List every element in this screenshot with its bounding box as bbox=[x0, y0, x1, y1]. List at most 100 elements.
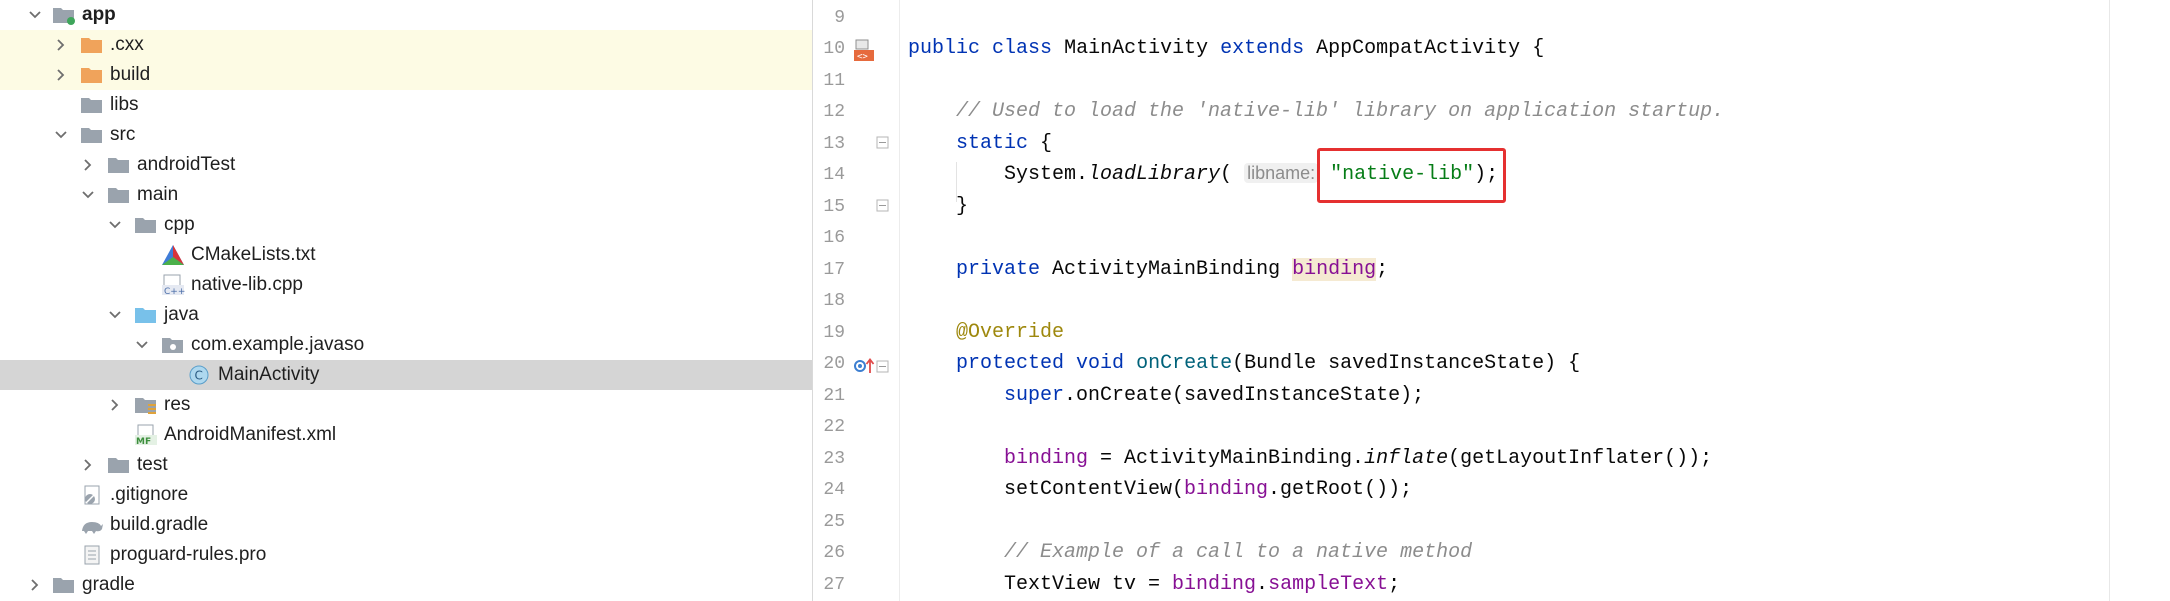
line-number: 15 bbox=[823, 197, 845, 217]
tree-item-label: AndroidManifest.xml bbox=[164, 424, 337, 445]
line-number: 22 bbox=[823, 417, 845, 437]
folder-icon bbox=[52, 574, 76, 596]
tree-item-label: cpp bbox=[164, 214, 195, 235]
code-line-10: public class MainActivity extends AppCom… bbox=[908, 37, 1545, 60]
file-icon bbox=[80, 544, 104, 566]
source-folder-icon bbox=[134, 304, 158, 326]
code-line-13: static { bbox=[956, 132, 1053, 155]
project-tree-panel: app .cxx build libs src androidTest main… bbox=[0, 0, 813, 601]
chevron-down-icon[interactable] bbox=[79, 186, 97, 204]
folder-icon bbox=[80, 94, 104, 116]
tree-item-gitignore[interactable]: .gitignore bbox=[0, 480, 812, 510]
fold-icon[interactable] bbox=[876, 360, 890, 379]
code-line-27: TextView tv = binding.sampleText; bbox=[1004, 573, 1401, 596]
tree-item-label: .gitignore bbox=[110, 484, 189, 505]
code-line-17: private ActivityMainBinding binding; bbox=[956, 258, 1389, 281]
code-annotation-line-19: @Override bbox=[956, 321, 1065, 344]
manifest-icon: MF bbox=[134, 424, 158, 446]
chevron-right-icon[interactable] bbox=[26, 576, 44, 594]
tree-item-androidtest[interactable]: androidTest bbox=[0, 150, 812, 180]
chevron-down-icon[interactable] bbox=[106, 216, 124, 234]
line-number: 26 bbox=[823, 543, 845, 563]
line-number: 21 bbox=[823, 386, 845, 406]
code-editor[interactable]: 9 10 11 12 13 14 15 16 17 18 19 20 21 22… bbox=[813, 0, 2170, 601]
gitignore-icon bbox=[80, 484, 104, 506]
folder-icon bbox=[107, 184, 131, 206]
tree-item-res[interactable]: res bbox=[0, 390, 812, 420]
java-class-icon: C bbox=[188, 364, 212, 386]
tree-item-label: .cxx bbox=[110, 34, 144, 55]
tree-item-label: build bbox=[110, 64, 151, 85]
highlight-box bbox=[1317, 148, 1506, 203]
folder-icon bbox=[80, 124, 104, 146]
tree-item-build-gradle[interactable]: build.gradle bbox=[0, 510, 812, 540]
chevron-right-icon[interactable] bbox=[79, 156, 97, 174]
line-number: 25 bbox=[823, 512, 845, 532]
chevron-down-icon[interactable] bbox=[133, 336, 151, 354]
orange-folder-icon bbox=[80, 64, 104, 86]
chevron-down-icon[interactable] bbox=[106, 306, 124, 324]
chevron-right-icon[interactable] bbox=[106, 396, 124, 414]
fold-icon[interactable] bbox=[876, 199, 890, 218]
android-activity-icon[interactable]: <> bbox=[853, 38, 875, 69]
tree-item-native-lib-cpp[interactable]: C++ native-lib.cpp bbox=[0, 270, 812, 300]
tree-item-build[interactable]: build bbox=[0, 60, 812, 90]
cmake-icon bbox=[161, 244, 185, 266]
line-number: 19 bbox=[823, 323, 845, 343]
folder-icon bbox=[107, 154, 131, 176]
tree-item-package[interactable]: com.example.javaso bbox=[0, 330, 812, 360]
folder-icon bbox=[107, 454, 131, 476]
code-line-24: setContentView(binding.getRoot()); bbox=[1004, 478, 1413, 501]
line-number: 24 bbox=[823, 480, 845, 500]
chevron-down-icon[interactable] bbox=[52, 126, 70, 144]
tree-item-main[interactable]: main bbox=[0, 180, 812, 210]
tree-item-label: libs bbox=[110, 94, 139, 115]
line-number: 10 bbox=[823, 39, 845, 59]
package-icon bbox=[161, 334, 185, 356]
line-number: 13 bbox=[823, 134, 845, 154]
line-number: 9 bbox=[834, 8, 845, 28]
tree-item-label: test bbox=[137, 454, 168, 475]
svg-text:<>: <> bbox=[857, 52, 868, 62]
tree-item-label: java bbox=[164, 304, 199, 325]
tree-item-gradle[interactable]: gradle bbox=[0, 570, 812, 600]
tree-item-manifest[interactable]: MF AndroidManifest.xml bbox=[0, 420, 812, 450]
right-margin-guide bbox=[2109, 0, 2110, 601]
chevron-right-icon[interactable] bbox=[52, 66, 70, 84]
svg-text:C++: C++ bbox=[164, 287, 185, 296]
line-number: 17 bbox=[823, 260, 845, 280]
tree-item-java[interactable]: java bbox=[0, 300, 812, 330]
override-method-icon[interactable] bbox=[853, 356, 875, 381]
tree-item-label: build.gradle bbox=[110, 514, 209, 535]
tree-item-label: app bbox=[82, 4, 116, 25]
tree-item-cxx[interactable]: .cxx bbox=[0, 30, 812, 60]
chevron-down-icon[interactable] bbox=[26, 6, 44, 24]
tree-item-proguard[interactable]: proguard-rules.pro bbox=[0, 540, 812, 570]
line-number: 20 bbox=[823, 354, 845, 374]
tree-item-libs[interactable]: libs bbox=[0, 90, 812, 120]
tree-item-label: proguard-rules.pro bbox=[110, 544, 267, 565]
line-number: 12 bbox=[823, 102, 845, 122]
module-folder-icon bbox=[52, 4, 76, 26]
code-line-21: super.onCreate(savedInstanceState); bbox=[1004, 384, 1425, 407]
chevron-right-icon[interactable] bbox=[52, 36, 70, 54]
folder-icon bbox=[134, 214, 158, 236]
code-comment-line-26: // Example of a call to a native method bbox=[1004, 541, 1473, 564]
code-line-20: protected void onCreate(Bundle savedInst… bbox=[956, 352, 1581, 375]
tree-item-label: native-lib.cpp bbox=[191, 274, 303, 295]
tree-item-cmakelists[interactable]: CMakeLists.txt bbox=[0, 240, 812, 270]
tree-item-label: com.example.javaso bbox=[191, 334, 365, 355]
orange-folder-icon bbox=[80, 34, 104, 56]
tree-item-label: res bbox=[164, 394, 191, 415]
line-number: 14 bbox=[823, 165, 845, 185]
tree-item-mainactivity[interactable]: C MainActivity bbox=[0, 360, 812, 390]
chevron-right-icon[interactable] bbox=[79, 456, 97, 474]
tree-item-cpp[interactable]: cpp bbox=[0, 210, 812, 240]
fold-icon[interactable] bbox=[876, 136, 890, 155]
code-line-23: binding = ActivityMainBinding.inflate(ge… bbox=[1004, 447, 1713, 470]
tree-item-src[interactable]: src bbox=[0, 120, 812, 150]
tree-item-label: CMakeLists.txt bbox=[191, 244, 316, 265]
tree-item-label: src bbox=[110, 124, 136, 145]
tree-item-app[interactable]: app bbox=[0, 0, 812, 30]
tree-item-test[interactable]: test bbox=[0, 450, 812, 480]
